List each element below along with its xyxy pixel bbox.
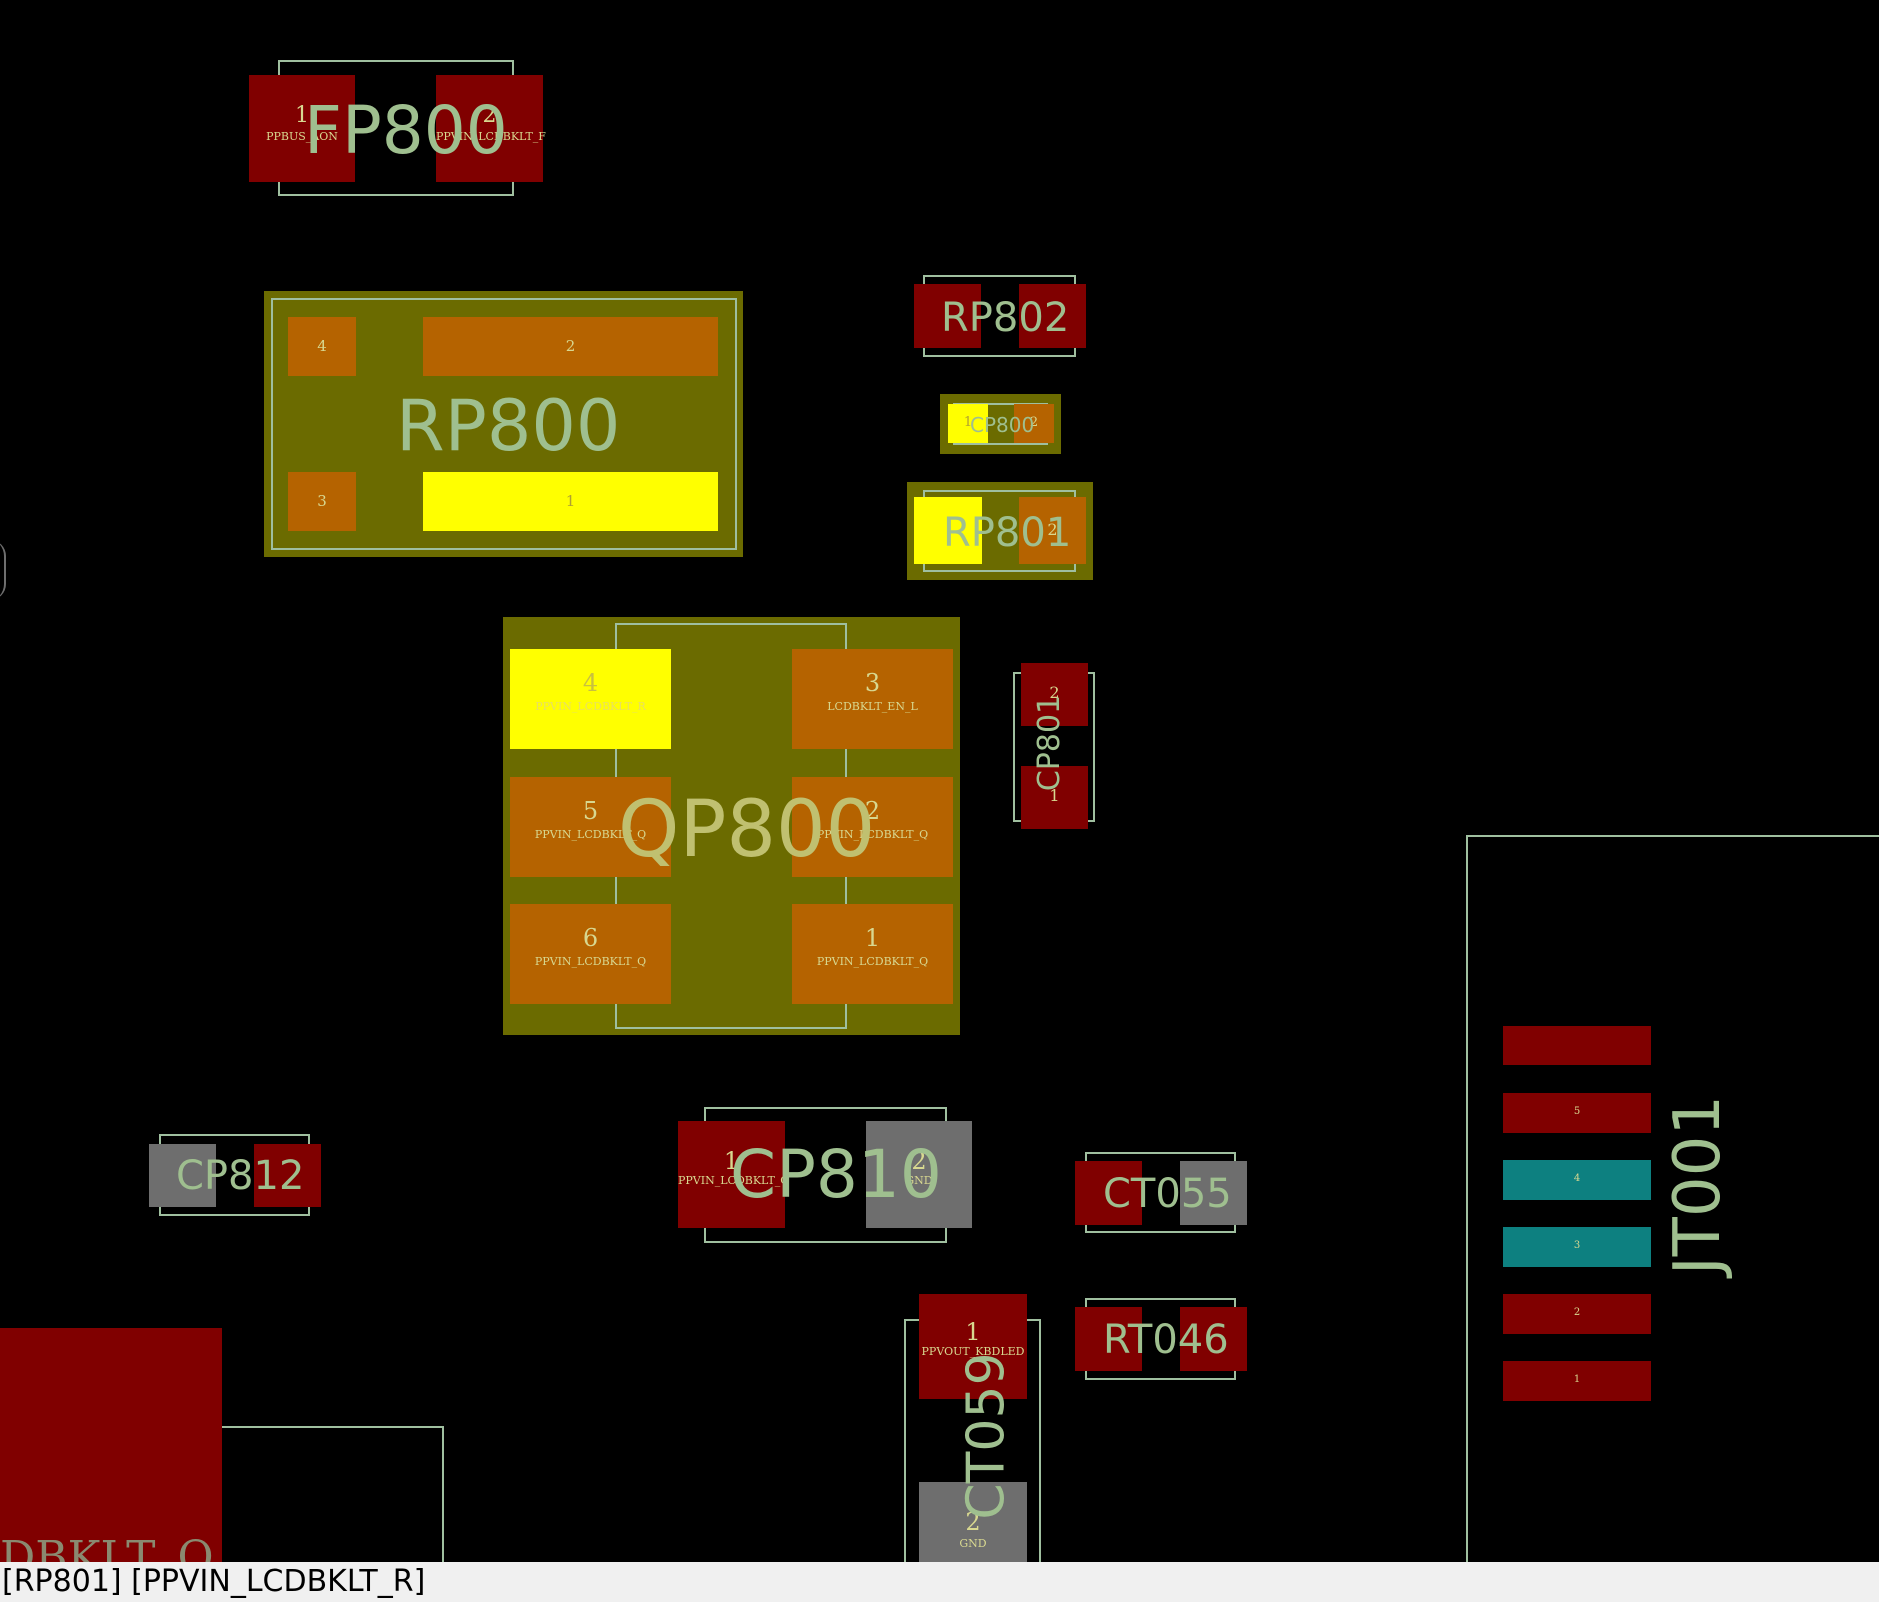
pin-number: 4 (317, 337, 327, 355)
qp800-pad-1[interactable]: 1 PPVIN_LCDBKLT_Q (792, 904, 953, 1004)
net-label: LCDBKLT_EN_L (827, 700, 918, 713)
pin-number: 4 (1573, 1173, 1581, 1184)
status-bar: [RP801] [PPVIN_LCDBKLT_R] (0, 1562, 1879, 1602)
rp800-pad-4[interactable]: 4 (288, 317, 356, 376)
jt001-pad-5[interactable]: 5 (1503, 1093, 1651, 1133)
net-label: PPVIN_LCDBKLT_Q (534, 955, 647, 968)
rp800-pad-1-selected[interactable]: 1 (423, 472, 718, 531)
pin-number: 2 (565, 337, 576, 355)
jt001-pad-3[interactable]: 3 (1503, 1227, 1651, 1267)
pin-number: 3 (864, 669, 881, 697)
partial-outline-bottom-left (222, 1426, 444, 1562)
net-label: PPVIN_LCDBKLT_R (535, 700, 646, 713)
pin-number: 1 (965, 1318, 981, 1346)
partial-net-label: DBKLT_Q (0, 1532, 214, 1563)
rt046-refdes: RT046 (1103, 1317, 1229, 1363)
qp800-pad-4-selected[interactable]: 4 PPVIN_LCDBKLT_R (510, 649, 671, 749)
pin-number: 5 (1573, 1106, 1581, 1117)
jt001-pad-top[interactable] (1503, 1026, 1651, 1065)
cp801-refdes: CP801 (1032, 694, 1068, 792)
pin-number: 3 (317, 492, 327, 510)
rp802-refdes: RP802 (941, 295, 1070, 341)
jt001-pad-4[interactable]: 4 (1503, 1160, 1651, 1200)
partial-pad-bottom-left[interactable] (0, 1328, 222, 1562)
qp800-pad-6[interactable]: 6 PPVIN_LCDBKLT_Q (510, 904, 671, 1004)
pcb-board-canvas[interactable]: 1 PPBUS_AON 2 PPVIN_LCDBKLT_F FP800 4 2 … (0, 0, 1879, 1562)
pin-number: 4 (582, 669, 599, 697)
pin-number: 3 (1573, 1240, 1581, 1251)
cp812-refdes: CP812 (176, 1153, 305, 1199)
pin-number: 6 (582, 924, 599, 952)
pin-number: 1 (565, 492, 576, 510)
rp800-refdes: RP800 (396, 385, 621, 467)
jt001-pad-2[interactable]: 2 (1503, 1294, 1651, 1334)
jt001-pad-1[interactable]: 1 (1503, 1361, 1651, 1401)
rp801-refdes: RP801 (943, 510, 1072, 556)
pin-number: 2 (1573, 1307, 1581, 1318)
jt001-refdes: JT001 (1661, 1094, 1735, 1276)
fp800-refdes: FP800 (304, 92, 508, 169)
left-edge-marker (0, 540, 6, 600)
rp800-pad-2[interactable]: 2 (423, 317, 718, 376)
net-label: PPVIN_LCDBKLT_Q (816, 955, 929, 968)
ct055-refdes: CT055 (1103, 1171, 1232, 1217)
rp800-pad-3[interactable]: 3 (288, 472, 356, 531)
qp800-pad-3[interactable]: 3 LCDBKLT_EN_L (792, 649, 953, 749)
ct059-refdes: CT059 (956, 1352, 1017, 1520)
net-label: GND (959, 1537, 987, 1550)
cp810-refdes: CP810 (730, 1136, 942, 1213)
qp800-refdes: QP800 (618, 785, 876, 875)
pin-number: 1 (1573, 1374, 1581, 1385)
cp800-refdes: CP800 (970, 413, 1035, 437)
pin-number: 1 (864, 924, 881, 952)
